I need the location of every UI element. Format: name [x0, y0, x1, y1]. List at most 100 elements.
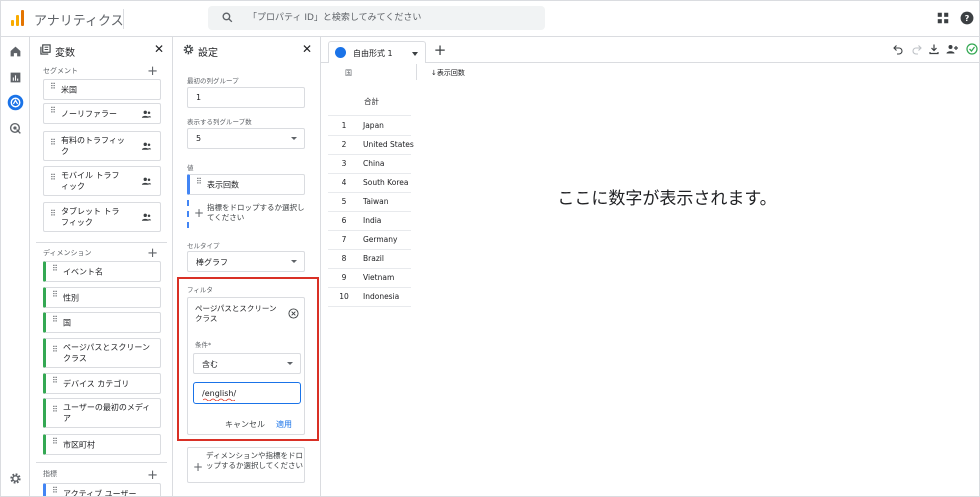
settings-title: 設定: [198, 48, 218, 59]
dimension-chip[interactable]: ⠿ 性別: [43, 287, 161, 308]
variables-title: 変数: [55, 48, 75, 59]
filter-label: フィルタ: [187, 286, 213, 294]
drag-handle-icon[interactable]: ⠿: [50, 174, 56, 185]
filter-dimension-name: ページパスとスクリーン クラス: [195, 304, 277, 323]
dimension-chip-label: 国: [63, 318, 71, 327]
cancel-button[interactable]: キャンセル: [225, 419, 265, 430]
close-variables-button[interactable]: ✕: [154, 42, 164, 56]
filter-drop-zone[interactable]: + ディメンションや指標をドロップするか選択してください: [187, 447, 305, 483]
advertising-icon[interactable]: [9, 122, 22, 135]
explore-icon[interactable]: [7, 94, 24, 111]
table-row[interactable]: 1 Japan: [321, 116, 421, 135]
start-group-field[interactable]: 1: [187, 87, 305, 108]
drag-handle-icon[interactable]: ⠿: [52, 486, 58, 497]
cell-type-label: セルタイプ: [187, 242, 220, 250]
undo-icon[interactable]: [892, 43, 904, 55]
add-segment-button[interactable]: +: [147, 65, 158, 78]
reports-icon[interactable]: [9, 71, 22, 84]
values-chip[interactable]: ⠿ 表示回数: [187, 174, 305, 195]
settings-header: 設定 ✕: [173, 37, 320, 63]
dimension-chip-label: イベント名: [63, 267, 103, 276]
drag-handle-icon[interactable]: ⠿: [50, 139, 56, 150]
dimension-chip[interactable]: ⠿ 市区町村: [43, 434, 161, 455]
table-row[interactable]: 2 United States: [321, 135, 421, 154]
search-icon: [222, 12, 233, 23]
segment-chip[interactable]: ⠿ モバイル トラフィック: [43, 166, 161, 196]
settings-icon[interactable]: [9, 472, 22, 485]
start-group-label: 最初の列グループ: [187, 77, 239, 85]
metric-header-views[interactable]: ↓表示回数: [431, 68, 465, 78]
close-settings-button[interactable]: ✕: [302, 42, 312, 56]
redo-icon[interactable]: [911, 43, 923, 55]
drag-handle-icon[interactable]: ⠿: [52, 346, 58, 357]
row-divider: [328, 306, 411, 307]
search-box[interactable]: [208, 6, 545, 30]
saved-check-icon: [966, 43, 978, 55]
download-icon[interactable]: [928, 43, 940, 55]
audience-icon: [141, 141, 152, 151]
drag-handle-icon[interactable]: ⠿: [50, 82, 56, 94]
dimension-chip[interactable]: ⠿ 国: [43, 312, 161, 333]
dimension-chip[interactable]: ⠿ デバイス カテゴリ: [43, 373, 161, 394]
drag-handle-icon[interactable]: ⠿: [52, 406, 58, 417]
drag-handle-icon[interactable]: ⠿: [50, 106, 56, 118]
country-cell: Germany: [363, 235, 398, 244]
table-row[interactable]: 8 Brazil: [321, 249, 421, 268]
row-number: 9: [341, 273, 347, 282]
segment-chip[interactable]: ⠿ 米国: [43, 79, 161, 100]
drag-handle-icon[interactable]: ⠿: [52, 264, 58, 276]
add-dimension-button[interactable]: +: [147, 247, 158, 260]
country-cell: India: [363, 216, 382, 225]
dimension-chip[interactable]: ⠿ イベント名: [43, 261, 161, 282]
table-row[interactable]: 9 Vietnam: [321, 268, 421, 287]
condition-label: 条件*: [195, 341, 212, 349]
remove-filter-icon[interactable]: [288, 308, 299, 319]
table-row[interactable]: 10 Indonesia: [321, 287, 421, 306]
condition-select[interactable]: 含む: [193, 353, 301, 374]
values-drop-zone[interactable]: + 指標をドロップするか選択してください: [187, 200, 305, 228]
analytics-logo[interactable]: [11, 10, 25, 26]
metric-chip[interactable]: ⠿ アクティブ ユーザー: [43, 483, 161, 497]
table-row[interactable]: 6 India: [321, 211, 421, 230]
filter-card: ページパスとスクリーン クラス 条件* 含む キャンセル 適用: [187, 297, 305, 435]
dimension-chip-label: 性別: [63, 293, 79, 302]
add-tab-button[interactable]: +: [429, 40, 451, 60]
app-title: アナリティクス: [34, 14, 124, 29]
drag-handle-icon[interactable]: ⠿: [52, 315, 58, 327]
tab-freeform-1[interactable]: 自由形式 1: [328, 41, 426, 63]
column-header-country[interactable]: 国: [345, 68, 352, 78]
home-icon[interactable]: [9, 45, 22, 58]
show-groups-select[interactable]: 5: [187, 128, 305, 149]
share-user-icon[interactable]: [945, 43, 959, 55]
audience-icon: [141, 176, 152, 186]
audience-icon: [141, 212, 152, 222]
chevron-down-icon[interactable]: [412, 52, 418, 56]
segment-chip-label: ノーリファラー: [61, 109, 117, 118]
segment-chip[interactable]: ⠿ タブレット トラフィック: [43, 202, 161, 232]
table-row[interactable]: 3 China: [321, 154, 421, 173]
drag-handle-icon[interactable]: ⠿: [196, 177, 202, 189]
table-row[interactable]: 7 Germany: [321, 230, 421, 249]
divider: [36, 462, 167, 463]
apply-button[interactable]: 適用: [276, 419, 292, 430]
drag-handle-icon[interactable]: ⠿: [52, 290, 58, 302]
dimension-chip[interactable]: ⠿ ページパスとスクリーン クラス: [43, 338, 161, 368]
chevron-down-icon: [291, 260, 297, 263]
apps-grid-icon[interactable]: [936, 11, 950, 25]
spellcheck-underline: [203, 398, 235, 401]
add-metric-button[interactable]: +: [147, 469, 158, 482]
segment-chip[interactable]: ⠿ ノーリファラー: [43, 103, 161, 124]
drag-handle-icon[interactable]: ⠿: [52, 437, 58, 449]
drag-handle-icon[interactable]: ⠿: [50, 210, 56, 221]
chevron-down-icon: [291, 137, 297, 140]
edit-pencil-icon: [335, 47, 346, 58]
start-group-value: 1: [196, 93, 202, 102]
drag-handle-icon[interactable]: ⠿: [52, 376, 58, 388]
column-divider: [416, 64, 417, 80]
app-window: アナリティクス ? 変数 ✕ セグメント + ⠿ 米国 ⠿ ノーリファラー ⠿ 有料のトラ…: [0, 0, 980, 497]
segment-chip[interactable]: ⠿ 有料のトラフィック: [43, 131, 161, 161]
dimension-chip[interactable]: ⠿ ユーザーの最初のメディア: [43, 398, 161, 428]
search-input[interactable]: [248, 9, 538, 27]
help-icon[interactable]: ?: [960, 11, 974, 25]
cell-type-select[interactable]: 棒グラフ: [187, 251, 305, 272]
